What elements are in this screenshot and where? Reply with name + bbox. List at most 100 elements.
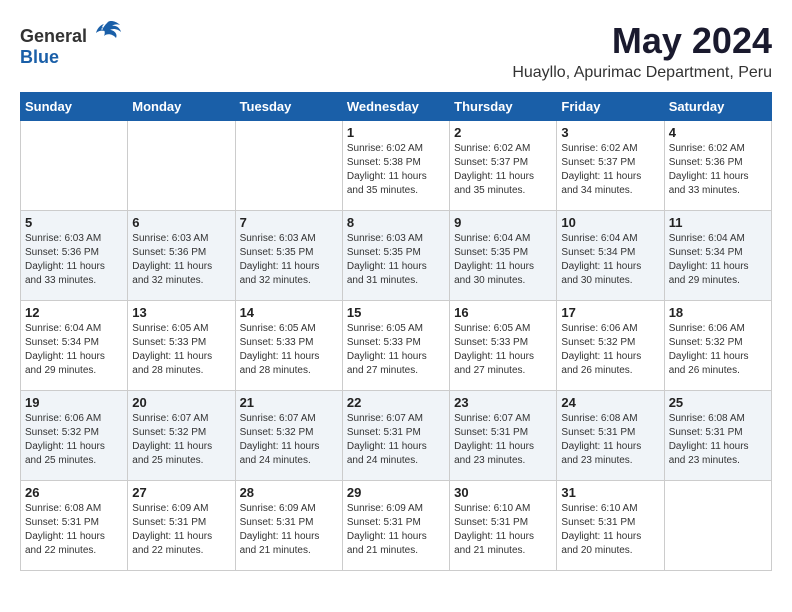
day-number: 22 xyxy=(347,395,445,410)
day-number: 28 xyxy=(240,485,338,500)
calendar-cell xyxy=(128,121,235,211)
calendar-week-2: 5 Sunrise: 6:03 AM Sunset: 5:36 PM Daylig… xyxy=(21,211,772,301)
day-number: 27 xyxy=(132,485,230,500)
day-info: Sunrise: 6:03 AM Sunset: 5:36 PM Dayligh… xyxy=(132,232,230,288)
title-section: May 2024 Huayllo, Apurimac Department, P… xyxy=(512,20,772,82)
day-info: Sunrise: 6:07 AM Sunset: 5:32 PM Dayligh… xyxy=(240,412,338,468)
day-info: Sunrise: 6:10 AM Sunset: 5:31 PM Dayligh… xyxy=(454,502,552,558)
day-info: Sunrise: 6:07 AM Sunset: 5:32 PM Dayligh… xyxy=(132,412,230,468)
logo-blue: Blue xyxy=(20,47,59,67)
day-info: Sunrise: 6:08 AM Sunset: 5:31 PM Dayligh… xyxy=(25,502,123,558)
day-info: Sunrise: 6:07 AM Sunset: 5:31 PM Dayligh… xyxy=(454,412,552,468)
day-number: 24 xyxy=(561,395,659,410)
day-info: Sunrise: 6:08 AM Sunset: 5:31 PM Dayligh… xyxy=(561,412,659,468)
day-info: Sunrise: 6:04 AM Sunset: 5:35 PM Dayligh… xyxy=(454,232,552,288)
day-number: 2 xyxy=(454,125,552,140)
header-monday: Monday xyxy=(128,93,235,121)
day-info: Sunrise: 6:05 AM Sunset: 5:33 PM Dayligh… xyxy=(347,322,445,378)
calendar-cell: 28Sunrise: 6:09 AM Sunset: 5:31 PM Dayli… xyxy=(235,481,342,571)
day-info: Sunrise: 6:03 AM Sunset: 5:35 PM Dayligh… xyxy=(240,232,338,288)
day-number: 20 xyxy=(132,395,230,410)
day-info: Sunrise: 6:05 AM Sunset: 5:33 PM Dayligh… xyxy=(132,322,230,378)
day-info: Sunrise: 6:05 AM Sunset: 5:33 PM Dayligh… xyxy=(454,322,552,378)
calendar-cell: 4 Sunrise: 6:02 AM Sunset: 5:36 PM Daylig… xyxy=(664,121,771,211)
day-info: Sunrise: 6:02 AM Sunset: 5:37 PM Dayligh… xyxy=(454,142,552,198)
day-number: 14 xyxy=(240,305,338,320)
calendar-cell: 5 Sunrise: 6:03 AM Sunset: 5:36 PM Daylig… xyxy=(21,211,128,301)
day-number: 19 xyxy=(25,395,123,410)
day-number: 26 xyxy=(25,485,123,500)
calendar-week-5: 26 Sunrise: 6:08 AM Sunset: 5:31 PM Dayli… xyxy=(21,481,772,571)
day-number: 7 xyxy=(240,215,338,230)
calendar-cell: 16 Sunrise: 6:05 AM Sunset: 5:33 PM Dayli… xyxy=(450,301,557,391)
calendar-cell: 12Sunrise: 6:04 AM Sunset: 5:34 PM Dayli… xyxy=(21,301,128,391)
calendar-cell: 15 Sunrise: 6:05 AM Sunset: 5:33 PM Dayli… xyxy=(342,301,449,391)
day-info: Sunrise: 6:04 AM Sunset: 5:34 PM Dayligh… xyxy=(561,232,659,288)
calendar-cell: 25Sunrise: 6:08 AM Sunset: 5:31 PM Dayli… xyxy=(664,391,771,481)
day-info: Sunrise: 6:09 AM Sunset: 5:31 PM Dayligh… xyxy=(132,502,230,558)
calendar-week-4: 19Sunrise: 6:06 AM Sunset: 5:32 PM Dayli… xyxy=(21,391,772,481)
day-number: 29 xyxy=(347,485,445,500)
main-title: May 2024 xyxy=(512,20,772,62)
calendar-cell: 30 Sunrise: 6:10 AM Sunset: 5:31 PM Dayli… xyxy=(450,481,557,571)
day-info: Sunrise: 6:06 AM Sunset: 5:32 PM Dayligh… xyxy=(669,322,767,378)
calendar-cell: 20 Sunrise: 6:07 AM Sunset: 5:32 PM Dayli… xyxy=(128,391,235,481)
calendar-cell: 26 Sunrise: 6:08 AM Sunset: 5:31 PM Dayli… xyxy=(21,481,128,571)
calendar-cell xyxy=(235,121,342,211)
calendar-cell: 27 Sunrise: 6:09 AM Sunset: 5:31 PM Dayli… xyxy=(128,481,235,571)
calendar-cell: 11Sunrise: 6:04 AM Sunset: 5:34 PM Dayli… xyxy=(664,211,771,301)
day-number: 13 xyxy=(132,305,230,320)
calendar-cell xyxy=(664,481,771,571)
day-number: 18 xyxy=(669,305,767,320)
calendar-cell: 18 Sunrise: 6:06 AM Sunset: 5:32 PM Dayli… xyxy=(664,301,771,391)
calendar-cell: 17Sunrise: 6:06 AM Sunset: 5:32 PM Dayli… xyxy=(557,301,664,391)
day-number: 30 xyxy=(454,485,552,500)
calendar-cell xyxy=(21,121,128,211)
calendar-week-1: 1Sunrise: 6:02 AM Sunset: 5:38 PM Daylig… xyxy=(21,121,772,211)
calendar-cell: 7 Sunrise: 6:03 AM Sunset: 5:35 PM Daylig… xyxy=(235,211,342,301)
day-number: 23 xyxy=(454,395,552,410)
day-info: Sunrise: 6:03 AM Sunset: 5:35 PM Dayligh… xyxy=(347,232,445,288)
calendar-cell: 8 Sunrise: 6:03 AM Sunset: 5:35 PM Daylig… xyxy=(342,211,449,301)
header-saturday: Saturday xyxy=(664,93,771,121)
day-info: Sunrise: 6:02 AM Sunset: 5:36 PM Dayligh… xyxy=(669,142,767,198)
logo-general: General xyxy=(20,26,87,46)
calendar-table: SundayMondayTuesdayWednesdayThursdayFrid… xyxy=(20,92,772,571)
calendar-cell: 21 Sunrise: 6:07 AM Sunset: 5:32 PM Dayli… xyxy=(235,391,342,481)
day-number: 15 xyxy=(347,305,445,320)
calendar-cell: 22 Sunrise: 6:07 AM Sunset: 5:31 PM Dayli… xyxy=(342,391,449,481)
day-number: 11 xyxy=(669,215,767,230)
header-tuesday: Tuesday xyxy=(235,93,342,121)
logo-text: General Blue xyxy=(20,20,122,68)
day-number: 9 xyxy=(454,215,552,230)
day-number: 8 xyxy=(347,215,445,230)
day-number: 3 xyxy=(561,125,659,140)
calendar-week-3: 12Sunrise: 6:04 AM Sunset: 5:34 PM Dayli… xyxy=(21,301,772,391)
day-number: 25 xyxy=(669,395,767,410)
calendar-cell: 23 Sunrise: 6:07 AM Sunset: 5:31 PM Dayli… xyxy=(450,391,557,481)
page-header: General Blue May 2024 Huayllo, Apurimac … xyxy=(20,20,772,82)
day-number: 21 xyxy=(240,395,338,410)
day-number: 4 xyxy=(669,125,767,140)
day-info: Sunrise: 6:07 AM Sunset: 5:31 PM Dayligh… xyxy=(347,412,445,468)
header-thursday: Thursday xyxy=(450,93,557,121)
day-number: 31 xyxy=(561,485,659,500)
day-info: Sunrise: 6:06 AM Sunset: 5:32 PM Dayligh… xyxy=(561,322,659,378)
calendar-cell: 31 Sunrise: 6:10 AM Sunset: 5:31 PM Dayli… xyxy=(557,481,664,571)
day-number: 16 xyxy=(454,305,552,320)
day-info: Sunrise: 6:02 AM Sunset: 5:38 PM Dayligh… xyxy=(347,142,445,198)
header-wednesday: Wednesday xyxy=(342,93,449,121)
subtitle: Huayllo, Apurimac Department, Peru xyxy=(512,64,772,82)
day-info: Sunrise: 6:04 AM Sunset: 5:34 PM Dayligh… xyxy=(25,322,123,378)
day-number: 10 xyxy=(561,215,659,230)
logo: General Blue xyxy=(20,20,122,68)
calendar-cell: 13 Sunrise: 6:05 AM Sunset: 5:33 PM Dayli… xyxy=(128,301,235,391)
calendar-cell: 1Sunrise: 6:02 AM Sunset: 5:38 PM Daylig… xyxy=(342,121,449,211)
calendar-cell: 14Sunrise: 6:05 AM Sunset: 5:33 PM Dayli… xyxy=(235,301,342,391)
day-info: Sunrise: 6:10 AM Sunset: 5:31 PM Dayligh… xyxy=(561,502,659,558)
day-number: 5 xyxy=(25,215,123,230)
calendar-cell: 29Sunrise: 6:09 AM Sunset: 5:31 PM Dayli… xyxy=(342,481,449,571)
calendar-cell: 2 Sunrise: 6:02 AM Sunset: 5:37 PM Daylig… xyxy=(450,121,557,211)
calendar-cell: 3Sunrise: 6:02 AM Sunset: 5:37 PM Daylig… xyxy=(557,121,664,211)
day-info: Sunrise: 6:03 AM Sunset: 5:36 PM Dayligh… xyxy=(25,232,123,288)
